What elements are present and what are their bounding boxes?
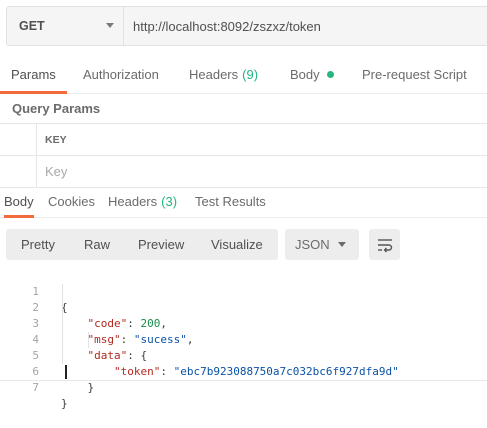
tab-label: Pre-request Script bbox=[362, 67, 467, 82]
code-line: 5 "token": "ebc7b923088750a7c032bc6f927d… bbox=[0, 332, 487, 378]
chevron-down-icon bbox=[338, 242, 346, 247]
wrap-lines-icon bbox=[377, 238, 392, 252]
format-select[interactable]: JSON bbox=[285, 229, 359, 260]
view-raw-button[interactable]: Raw bbox=[84, 229, 110, 260]
code-line: 4 "data": { bbox=[0, 316, 487, 362]
tab-response-body[interactable]: Body bbox=[4, 186, 34, 218]
tab-response-headers[interactable]: Headers (3) bbox=[108, 186, 177, 217]
view-pretty-button[interactable]: Pretty bbox=[21, 229, 55, 260]
request-tabs: Params Authorization Headers (9) Body Pr… bbox=[0, 56, 487, 94]
text-cursor bbox=[65, 365, 67, 379]
chevron-down-icon bbox=[106, 23, 114, 28]
tab-pre-request-script[interactable]: Pre-request Script bbox=[362, 56, 467, 93]
checkbox-column bbox=[0, 124, 37, 155]
query-params-table: KEY Key bbox=[0, 123, 487, 188]
tab-label: Body bbox=[4, 194, 34, 209]
code-text: } bbox=[61, 397, 68, 410]
table-row: Key bbox=[0, 156, 487, 188]
tab-label: Params bbox=[11, 67, 56, 82]
code-line: 1 { bbox=[0, 268, 487, 314]
tab-cookies[interactable]: Cookies bbox=[48, 186, 95, 217]
view-mode-group: Pretty Raw Preview Visualize bbox=[6, 229, 278, 260]
tab-authorization[interactable]: Authorization bbox=[83, 56, 159, 93]
query-params-title: Query Params bbox=[12, 101, 101, 116]
key-column-header: KEY bbox=[45, 133, 67, 146]
view-preview-button[interactable]: Preview bbox=[138, 229, 184, 260]
view-visualize-button[interactable]: Visualize bbox=[211, 229, 263, 260]
response-tabs: Body Cookies Headers (3) Test Results bbox=[0, 186, 487, 218]
format-label: JSON bbox=[295, 237, 330, 252]
editor-bottom-border bbox=[0, 380, 487, 381]
code-line: 2 "code": 200, bbox=[0, 284, 487, 330]
tab-label: Authorization bbox=[83, 67, 159, 82]
tab-label: Headers bbox=[108, 194, 158, 209]
tab-label: Test Results bbox=[195, 194, 266, 209]
tab-headers[interactable]: Headers (9) bbox=[189, 56, 258, 93]
indent-guide bbox=[62, 284, 63, 364]
url-input[interactable]: http://localhost:8092/zszxz/token bbox=[124, 7, 487, 45]
method-select[interactable]: GET bbox=[7, 7, 124, 45]
tab-label: Headers bbox=[189, 67, 239, 82]
row-checkbox-cell bbox=[0, 156, 37, 187]
method-label: GET bbox=[19, 19, 45, 33]
tab-test-results[interactable]: Test Results bbox=[195, 186, 266, 217]
headers-count: (3) bbox=[161, 194, 178, 209]
code-line: 7 } bbox=[0, 364, 487, 410]
response-body-editor[interactable]: 1 { 2 "code": 200, 3 "msg": "sucess", 4 … bbox=[0, 268, 487, 410]
key-input[interactable]: Key bbox=[37, 156, 67, 187]
tab-body[interactable]: Body bbox=[290, 56, 334, 93]
table-header-row: KEY bbox=[0, 124, 487, 156]
indent-guide bbox=[88, 332, 89, 348]
code-line: 3 "msg": "sucess", bbox=[0, 300, 487, 346]
tab-params[interactable]: Params bbox=[0, 56, 67, 94]
tab-label: Body bbox=[290, 67, 320, 82]
code-line: 6 } bbox=[0, 348, 487, 394]
code-text: } bbox=[61, 381, 95, 394]
line-number: 7 bbox=[32, 381, 39, 394]
headers-count: (9) bbox=[242, 67, 259, 82]
body-indicator-dot bbox=[326, 71, 334, 78]
request-bar: GET http://localhost:8092/zszxz/token bbox=[6, 6, 487, 46]
wrap-lines-button[interactable] bbox=[369, 229, 400, 260]
tab-label: Cookies bbox=[48, 194, 95, 209]
